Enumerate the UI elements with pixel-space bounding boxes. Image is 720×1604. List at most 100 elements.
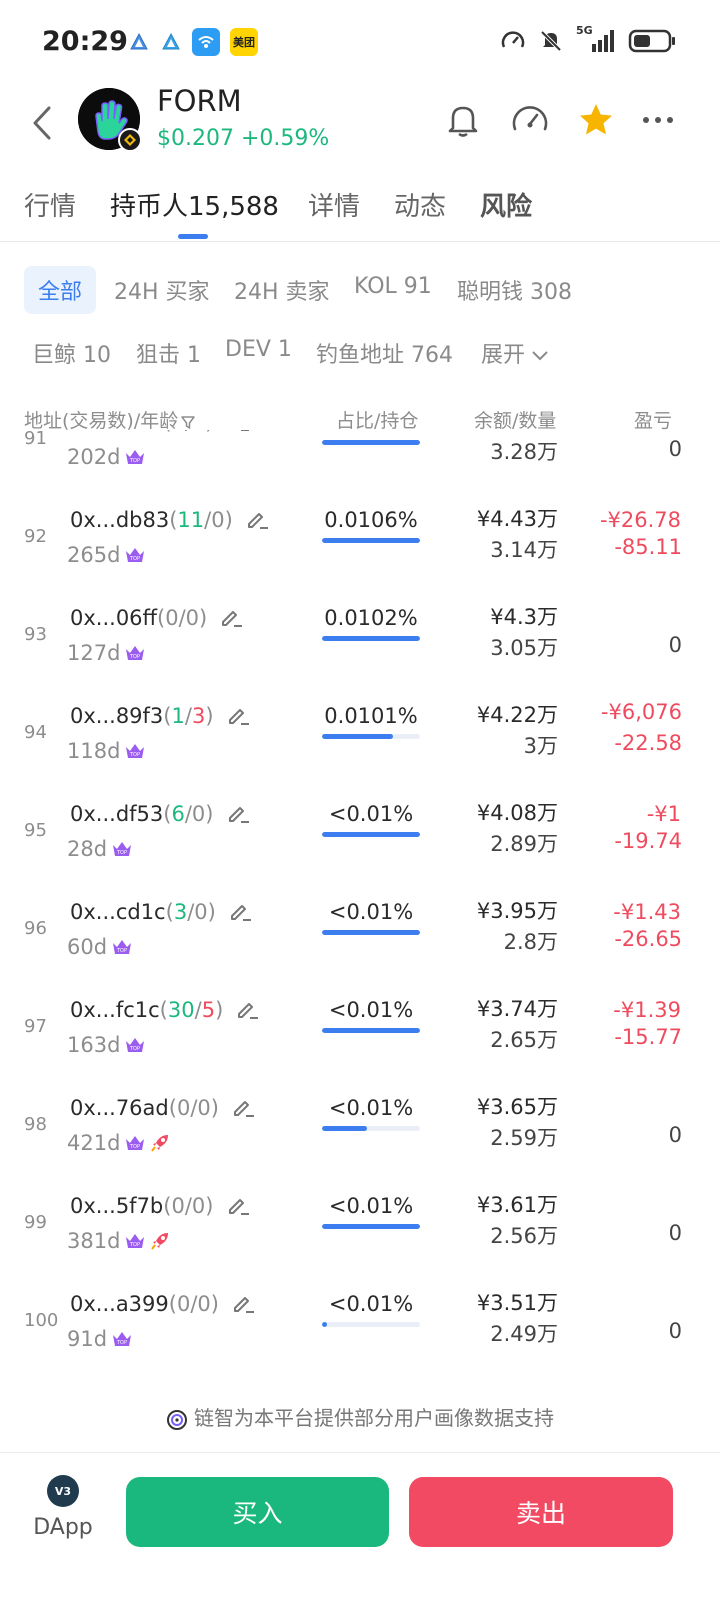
edit-icon[interactable] [228,902,254,924]
holder-row[interactable]: 92 0x...db83(11/0) 265d TOP 0.0106% ¥4.43万 3.1… [0,488,720,586]
holder-age: 118d TOP [67,739,146,763]
holder-address[interactable]: 0x...fc1c(30/5) [70,998,223,1022]
tab-risk[interactable]: 风险 [480,186,532,223]
edit-icon[interactable] [226,804,252,826]
buy-button[interactable]: 买入 [126,1477,389,1547]
tx-count-sep: / [194,998,202,1022]
svg-text:TOP: TOP [129,752,140,758]
tx-count-sep: / [178,606,186,630]
filter-phishing[interactable]: 钓鱼地址 764 [316,337,453,369]
holding-share-bar-fill [322,1224,420,1229]
holder-quantity: 3.05万 [490,636,558,660]
sell-button[interactable]: 卖出 [409,1477,673,1547]
holder-address[interactable]: 0x...06ff(0/0) [70,606,207,630]
holding-share: <0.01% [328,1292,414,1316]
filter-24h-sellers[interactable]: 24H 卖家 [234,274,330,306]
status-time: 20:29 [42,26,128,57]
edit-icon[interactable] [226,430,252,434]
filter-kol[interactable]: KOL 91 [354,274,432,299]
filter-24h-buyers[interactable]: 24H 买家 [114,274,210,306]
edit-icon[interactable] [245,510,271,532]
filter-all[interactable]: 全部 [24,266,97,314]
tx-count-sep: / [184,704,192,728]
status-indicators: 5G [500,24,676,54]
col-address-age-label: 地址(交易数)/年龄 [24,410,179,432]
tab-details[interactable]: 详情 [308,186,360,223]
edit-icon[interactable] [231,1098,257,1120]
col-share[interactable]: 占比/持仓 [336,406,418,433]
filter-expand[interactable]: 展开 [481,337,549,369]
holder-address[interactable]: 0x...89f3(1/3) [70,704,214,728]
tx-count-close: ) [224,508,233,532]
holder-address[interactable]: 0x...db83(11/0) [70,508,233,532]
edit-icon[interactable] [226,706,252,728]
edit-icon[interactable] [231,1294,257,1316]
holder-address[interactable]: 0x...df53(6/0) [70,802,214,826]
holder-address[interactable]: 0x...cd1c(3/0) [70,900,216,924]
holder-address[interactable]: 0x...a399(0/0) [70,1292,219,1316]
holder-row[interactable]: 91 0x...b2f8(0/0) 202d TOP 0.0110% ¥4.82万 3.28… [0,430,720,488]
holder-address[interactable]: 0x...b2f8(0/0) [70,430,214,434]
filter-dev[interactable]: DEV 1 [225,337,292,362]
holder-row[interactable]: 96 0x...cd1c(3/0) 60d TOP <0.01% ¥3.95万 2.8万 -¥… [0,880,720,978]
svg-text:TOP: TOP [116,850,127,856]
holder-row[interactable]: 95 0x...df53(6/0) 28d TOP <0.01% ¥4.08万 2.89万 -… [0,782,720,880]
edit-icon[interactable] [235,1000,261,1022]
holder-row[interactable]: 99 0x...5f7b(0/0) 381d TOP <0.01% ¥3.61万 2.56万… [0,1174,720,1272]
col-pnl[interactable]: 盈亏 [634,406,672,433]
filter-whales[interactable]: 巨鲸 10 [32,337,111,369]
status-app-icons: 美团 [128,28,258,56]
sell-count: 0 [191,802,206,826]
filter-snipers[interactable]: 狙击 1 [136,337,201,369]
tx-count-close: ) [210,1292,219,1316]
speedometer-button[interactable] [508,98,552,142]
dapp-button[interactable]: V3 DApp [30,1475,96,1540]
holder-age: 91d TOP [67,1327,133,1351]
holding-share: <0.01% [328,1096,414,1120]
edit-icon[interactable] [226,1196,252,1218]
holder-quantity: 2.65万 [490,1028,558,1052]
alert-button[interactable] [441,98,485,142]
holder-row[interactable]: 98 0x...76ad(0/0) 421d TOP <0.01% ¥3.65万 2.59万… [0,1076,720,1174]
pnl-percent: 0% [668,1319,682,1343]
holding-share-bar [322,538,420,543]
holder-row[interactable]: 94 0x...89f3(1/3) 118d TOP 0.0101% ¥4.22万 3万 -¥… [0,684,720,782]
tab-market[interactable]: 行情 [24,186,76,223]
holding-share-bar [322,636,420,641]
back-button[interactable] [22,98,62,148]
buy-count: 11 [177,508,205,532]
more-button[interactable] [636,98,680,142]
buy-count: 0 [176,1096,191,1120]
holder-balance: ¥3.61万 [476,1193,558,1217]
holder-pnl: -¥1万 -19.74% [570,796,682,866]
holder-address[interactable]: 0x...76ad(0/0) [70,1096,219,1120]
holder-rank: 93 [24,624,47,645]
signal-icon: 5G [576,24,616,54]
holder-age: 28d TOP [67,837,133,861]
tx-count-close: ) [207,900,216,924]
holder-address[interactable]: 0x...5f7b(0/0) [70,1194,214,1218]
holding-share: <0.01% [328,1194,414,1218]
holder-pnl: ¥0% [570,1090,682,1160]
holder-row[interactable]: 100 0x...a399(0/0) 91d TOP <0.01% ¥3.51万 2.49万… [0,1272,720,1370]
holding-share-bar [322,1224,420,1229]
holder-balance: ¥4.82万 [477,430,558,435]
holder-age: 60d TOP [67,935,133,959]
tab-holders[interactable]: 持币人15,588 [110,186,279,223]
holder-pnl: ¥0% [570,1188,682,1258]
sell-count: 0 [185,606,200,630]
favorite-button[interactable] [574,98,618,142]
age-text: 91d [67,1327,108,1351]
age-text: 381d [67,1229,121,1253]
col-balance[interactable]: 余额/数量 [474,406,556,433]
holding-share-bar [322,1028,420,1033]
holder-row[interactable]: 93 0x...06ff(0/0) 127d TOP 0.0102% ¥4.3万 3.05万… [0,586,720,684]
sell-count: 5 [201,998,216,1022]
col-address-age[interactable]: 地址(交易数)/年龄 [24,406,196,433]
holder-row[interactable]: 97 0x...fc1c(30/5) 163d TOP <0.01% ¥3.74万 2.65… [0,978,720,1076]
edit-icon[interactable] [219,608,245,630]
filter-smart-money[interactable]: 聪明钱 308 [457,274,572,306]
svg-text:TOP: TOP [129,556,140,562]
tab-activity[interactable]: 动态 [394,186,446,223]
sell-count: 0 [191,1194,206,1218]
